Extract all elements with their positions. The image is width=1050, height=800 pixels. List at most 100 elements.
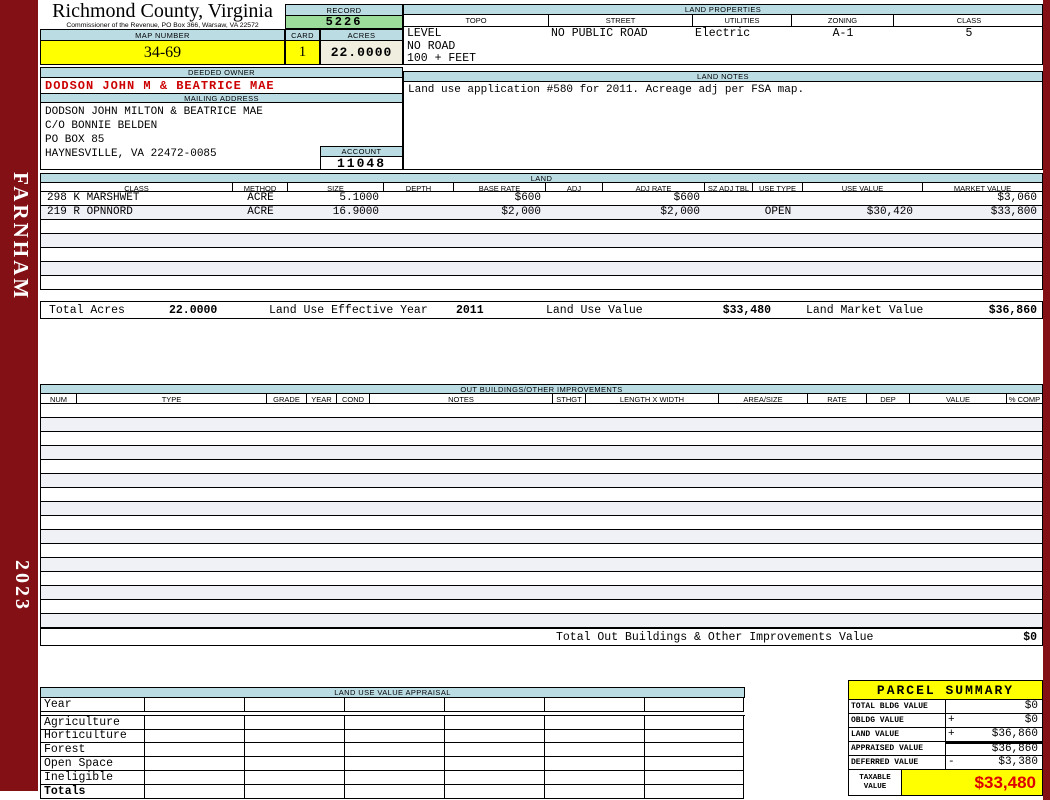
appraisal-cell [145, 785, 245, 799]
summary-amount: $0 [1024, 714, 1038, 726]
summary-value-cell: - $3,380 [946, 756, 1043, 770]
card-label: CARD [285, 29, 320, 41]
column-header: CLASS [41, 183, 233, 191]
land-cell [803, 262, 923, 275]
out-buildings-title: OUT BUILDINGS/OTHER IMPROVEMENTS [40, 384, 1043, 394]
out-buildings-total-row: Total Out Buildings & Other Improvements… [40, 628, 1043, 646]
land-cell [454, 276, 546, 289]
appraisal-cell [645, 698, 744, 712]
land-cell: $3,060 [997, 192, 1037, 204]
appraisal-cell [445, 698, 545, 712]
land-cell [384, 248, 454, 261]
land-cell [546, 206, 603, 219]
land-cell [384, 262, 454, 275]
land-use-value: $33,480 [722, 304, 771, 317]
land-cell [603, 234, 705, 247]
summary-amount: $36,860 [991, 728, 1038, 740]
land-market-value: $36,860 [988, 304, 1037, 317]
appraisal-cell [245, 698, 345, 712]
appraisal-cell [545, 729, 645, 743]
appraisal-cell [545, 716, 645, 730]
land-cell [454, 262, 546, 275]
summary-operator: + [948, 728, 955, 740]
appraisal-cell [545, 771, 645, 785]
column-header: DEPTH [384, 183, 454, 191]
land-table-title: LAND [40, 173, 1043, 183]
column-header: NOTES [370, 394, 553, 403]
appraisal-row: Agriculture [41, 715, 745, 730]
appraisal-row: Open Space [41, 757, 745, 771]
column-header: ADJ [546, 183, 603, 191]
summary-operator [946, 744, 948, 755]
appraisal-cell [145, 771, 245, 785]
land-cell [384, 276, 454, 289]
land-row [41, 276, 1042, 290]
appraisal-cell [645, 757, 744, 771]
taxable-value: $33,480 [902, 770, 1043, 796]
ob-row [41, 614, 1042, 628]
column-header: STHGT [553, 394, 586, 403]
deeded-owner-label: DEEDED OWNER [40, 67, 403, 78]
land-cell [288, 234, 384, 247]
column-header: TYPE [77, 394, 267, 403]
land-cell [233, 276, 288, 289]
appraisal-cell [245, 785, 345, 799]
summary-amount: $3,380 [998, 756, 1038, 768]
appraisal-cell [445, 743, 545, 757]
column-header: CLASS [956, 16, 982, 25]
acres-value: 22.0000 [320, 41, 403, 65]
appraisal-row-label: Year [41, 698, 145, 712]
land-cell [233, 220, 288, 233]
summary-value-cell: + $36,860 [946, 728, 1043, 742]
column-header: TOPO [404, 15, 549, 26]
land-cell: $600 [514, 192, 541, 204]
land-cell [288, 248, 384, 261]
card-value: 1 [285, 41, 320, 65]
land-cell [923, 276, 1042, 289]
appraisal-cell [645, 729, 744, 743]
column-header: LENGTH X WIDTH [586, 394, 719, 403]
land-cell: $33,800 [990, 206, 1037, 218]
title-block: Richmond County, Virginia Commissioner o… [40, 1, 285, 30]
land-cell: $600 [673, 192, 700, 204]
sidebar: FARNHAM 2023 [0, 0, 38, 791]
land-cell [41, 234, 233, 247]
summary-operator [946, 700, 948, 713]
land-cell [753, 234, 803, 247]
effective-year-label: Land Use Effective Year [269, 304, 428, 317]
land-cell: $30,420 [866, 206, 913, 218]
appraisal-cell [345, 757, 445, 771]
land-market-value-label: Land Market Value [806, 304, 924, 317]
land-row [41, 262, 1042, 276]
summary-row: APPRAISED VALUE $36,860 [849, 742, 1043, 756]
land-cell [705, 276, 753, 289]
parcel-summary-rows: TOTAL BLDG VALUE $0 OBLDG VALUE + $0 LAND VAL… [848, 700, 1043, 770]
land-cell [546, 276, 603, 289]
land-cell: ACRE [247, 192, 274, 204]
appraisal-cell [245, 729, 345, 743]
appraisal-cell [545, 743, 645, 757]
land-cell [233, 262, 288, 275]
ob-row [41, 488, 1042, 502]
land-cell [603, 248, 705, 261]
appraisal-row: Ineligible [41, 771, 745, 785]
land-cell: $2,000 [501, 206, 541, 218]
column-header: COND [337, 394, 370, 403]
land-cell [923, 234, 1042, 247]
land-cell [923, 248, 1042, 261]
land-cell [705, 248, 753, 261]
taxable-label-line: VALUE [863, 782, 887, 791]
summary-value-cell: + $0 [946, 714, 1043, 728]
appraisal-cell [545, 757, 645, 771]
column-header: NUM [41, 394, 77, 403]
ob-row [41, 432, 1042, 446]
column-header: % COMP [1008, 395, 1041, 403]
summary-row: TOTAL BLDG VALUE $0 [849, 700, 1043, 714]
land-cell [803, 234, 923, 247]
land-cell [454, 234, 546, 247]
out-buildings-columns: NUM TYPE GRADE YEAR COND NOTES STHGT LENGTH X W… [40, 394, 1043, 404]
land-cell [705, 234, 753, 247]
appraisal-row-label: Totals [41, 785, 145, 799]
land-cell: OPEN [764, 206, 792, 218]
land-table-body: 298 K MARSHWET ACRE 5.1000 $600 $600 $3,060 21… [40, 192, 1043, 290]
